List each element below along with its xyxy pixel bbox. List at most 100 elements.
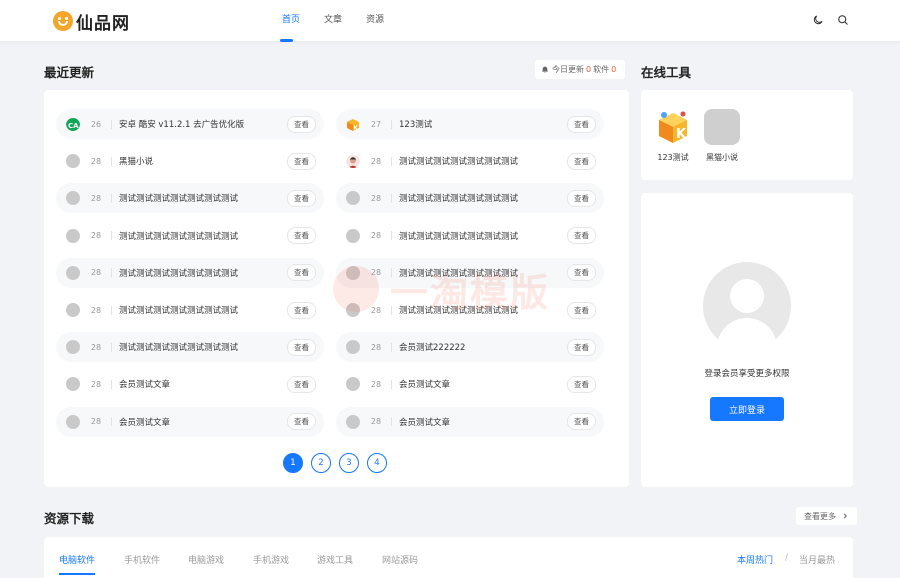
list-item[interactable]: 28 会员测试文章 查看: [336, 369, 604, 399]
logo-text: 仙品网: [76, 13, 130, 34]
list-item[interactable]: CA 26 安卓 酷安 v11.2.1 去广告优化版 查看: [56, 109, 324, 139]
downloads-section-title: 资源下载: [44, 511, 95, 526]
user-photo-icon: [346, 154, 360, 169]
view-button[interactable]: 查看: [567, 115, 596, 133]
item-title[interactable]: 会员测试文章: [399, 416, 567, 428]
view-button[interactable]: 查看: [287, 375, 316, 393]
item-title[interactable]: 测试测试测试测试测试测试测试: [119, 267, 287, 279]
view-button[interactable]: 查看: [567, 264, 596, 282]
list-item[interactable]: 28 测试测试测试测试测试测试测试 查看: [56, 221, 324, 251]
item-title[interactable]: 测试测试测试测试测试测试测试: [399, 192, 567, 204]
item-title[interactable]: 黑猫小说: [119, 155, 287, 167]
item-title[interactable]: 测试测试测试测试测试测试测试: [119, 192, 287, 204]
list-item[interactable]: K 27 123测试 查看: [336, 109, 604, 139]
tool-item-123[interactable]: K 123测试: [653, 109, 693, 163]
item-title[interactable]: 测试测试测试测试测试测试测试: [399, 230, 567, 242]
list-item[interactable]: 28 测试测试测试测试测试测试测试 查看: [336, 295, 604, 325]
view-button[interactable]: 查看: [287, 338, 316, 356]
list-item[interactable]: 28 会员测试文章 查看: [336, 406, 604, 437]
list-item[interactable]: 28 会员测试222222 查看: [336, 332, 604, 363]
tab-downloads-4[interactable]: 游戏工具: [317, 553, 353, 566]
nav-item-1[interactable]: 文章: [312, 0, 354, 42]
moon-icon[interactable]: [812, 14, 824, 26]
site-logo[interactable]: 仙品网: [53, 10, 130, 34]
view-button[interactable]: 查看: [567, 375, 596, 393]
item-title[interactable]: 测试测试测试测试测试测试测试: [399, 267, 567, 279]
divider: [111, 119, 112, 129]
tool-label: 黑猫小说: [706, 153, 738, 162]
default-avatar-icon: [66, 340, 80, 355]
list-item[interactable]: 28 测试测试测试测试测试测试测试 查看: [56, 295, 324, 325]
tab-downloads-1[interactable]: 手机软件: [124, 553, 160, 566]
view-button[interactable]: 查看: [287, 301, 316, 319]
list-item[interactable]: 28 测试测试测试测试测试测试测试 查看: [336, 146, 604, 176]
item-title[interactable]: 会员测试文章: [119, 416, 287, 428]
view-button[interactable]: 查看: [567, 338, 596, 356]
svg-text:CA: CA: [68, 122, 79, 130]
view-button[interactable]: 查看: [567, 189, 596, 207]
item-title[interactable]: 安卓 酷安 v11.2.1 去广告优化版: [119, 118, 287, 130]
default-avatar-icon: [346, 303, 360, 317]
default-avatar-icon: [66, 228, 80, 243]
search-icon[interactable]: [837, 14, 849, 26]
item-title[interactable]: 测试测试测试测试测试测试测试: [119, 230, 287, 242]
view-button[interactable]: 查看: [567, 301, 596, 319]
item-count: 28: [370, 305, 382, 315]
tab-downloads-5[interactable]: 网站源码: [382, 553, 418, 566]
item-title[interactable]: 测试测试测试测试测试测试测试: [119, 304, 287, 316]
view-button[interactable]: 查看: [287, 189, 316, 207]
default-avatar-icon: [346, 265, 360, 280]
item-count: 28: [370, 268, 382, 278]
view-button[interactable]: 查看: [287, 152, 316, 170]
list-item[interactable]: 28 测试测试测试测试测试测试测试 查看: [336, 183, 604, 214]
page-button-2[interactable]: 2: [311, 453, 331, 473]
page-button-1[interactable]: 1: [283, 453, 303, 473]
tab-divider: /: [785, 553, 789, 563]
view-button[interactable]: 查看: [287, 413, 316, 431]
chevron-right-icon: [843, 513, 848, 519]
software-label: 软件: [593, 65, 610, 74]
view-button[interactable]: 查看: [567, 152, 596, 170]
item-title[interactable]: 会员测试文章: [399, 378, 567, 390]
page-button-4[interactable]: 4: [367, 453, 387, 473]
list-item[interactable]: 28 黑猫小说 查看: [56, 146, 324, 176]
item-title[interactable]: 123测试: [399, 118, 567, 130]
item-title[interactable]: 会员测试222222: [399, 341, 567, 353]
list-item[interactable]: 28 测试测试测试测试测试测试测试 查看: [56, 183, 324, 214]
tool-item-heimao[interactable]: 黑猫小说: [702, 109, 742, 163]
tab-downloads-2[interactable]: 电脑游戏: [188, 553, 224, 566]
view-button[interactable]: 查看: [287, 115, 316, 133]
divider: [391, 268, 392, 278]
view-button[interactable]: 查看: [567, 227, 596, 245]
default-avatar-icon: [66, 414, 80, 429]
tab-hot-month[interactable]: 当月最热: [799, 553, 835, 566]
main-nav: 首页 文章 资源: [270, 0, 396, 42]
view-button[interactable]: 查看: [567, 413, 596, 431]
view-button[interactable]: 查看: [287, 264, 316, 282]
item-title[interactable]: 会员测试文章: [119, 378, 287, 390]
item-title[interactable]: 测试测试测试测试测试测试测试: [399, 304, 567, 316]
nav-item-2[interactable]: 资源: [354, 0, 396, 42]
list-item[interactable]: 28 测试测试测试测试测试测试测试 查看: [336, 221, 604, 251]
list-item[interactable]: 28 测试测试测试测试测试测试测试 查看: [56, 332, 324, 363]
nav-item-0[interactable]: 首页: [270, 0, 312, 42]
list-item[interactable]: 28 会员测试文章 查看: [56, 406, 324, 437]
login-button[interactable]: 立即登录: [710, 397, 784, 421]
item-count: 27: [370, 119, 382, 129]
list-item[interactable]: 28 测试测试测试测试测试测试测试 查看: [336, 257, 604, 288]
tab-downloads-3[interactable]: 手机游戏: [253, 553, 289, 566]
list-item[interactable]: 28 测试测试测试测试测试测试测试 查看: [56, 257, 324, 288]
view-more-button[interactable]: 查看更多: [796, 507, 857, 525]
today-label: 今日更新: [552, 65, 584, 74]
view-button[interactable]: 查看: [287, 227, 316, 245]
item-title[interactable]: 测试测试测试测试测试测试测试: [399, 155, 567, 167]
tab-hot-week[interactable]: 本周热门: [737, 553, 773, 566]
page-button-3[interactable]: 3: [339, 453, 359, 473]
svg-text:K: K: [354, 126, 359, 132]
tab-downloads-0[interactable]: 电脑软件: [59, 553, 96, 575]
divider: [391, 417, 392, 427]
divider: [111, 417, 112, 427]
item-title[interactable]: 测试测试测试测试测试测试测试: [119, 341, 287, 353]
list-item[interactable]: 28 会员测试文章 查看: [56, 369, 324, 399]
divider: [391, 119, 392, 129]
